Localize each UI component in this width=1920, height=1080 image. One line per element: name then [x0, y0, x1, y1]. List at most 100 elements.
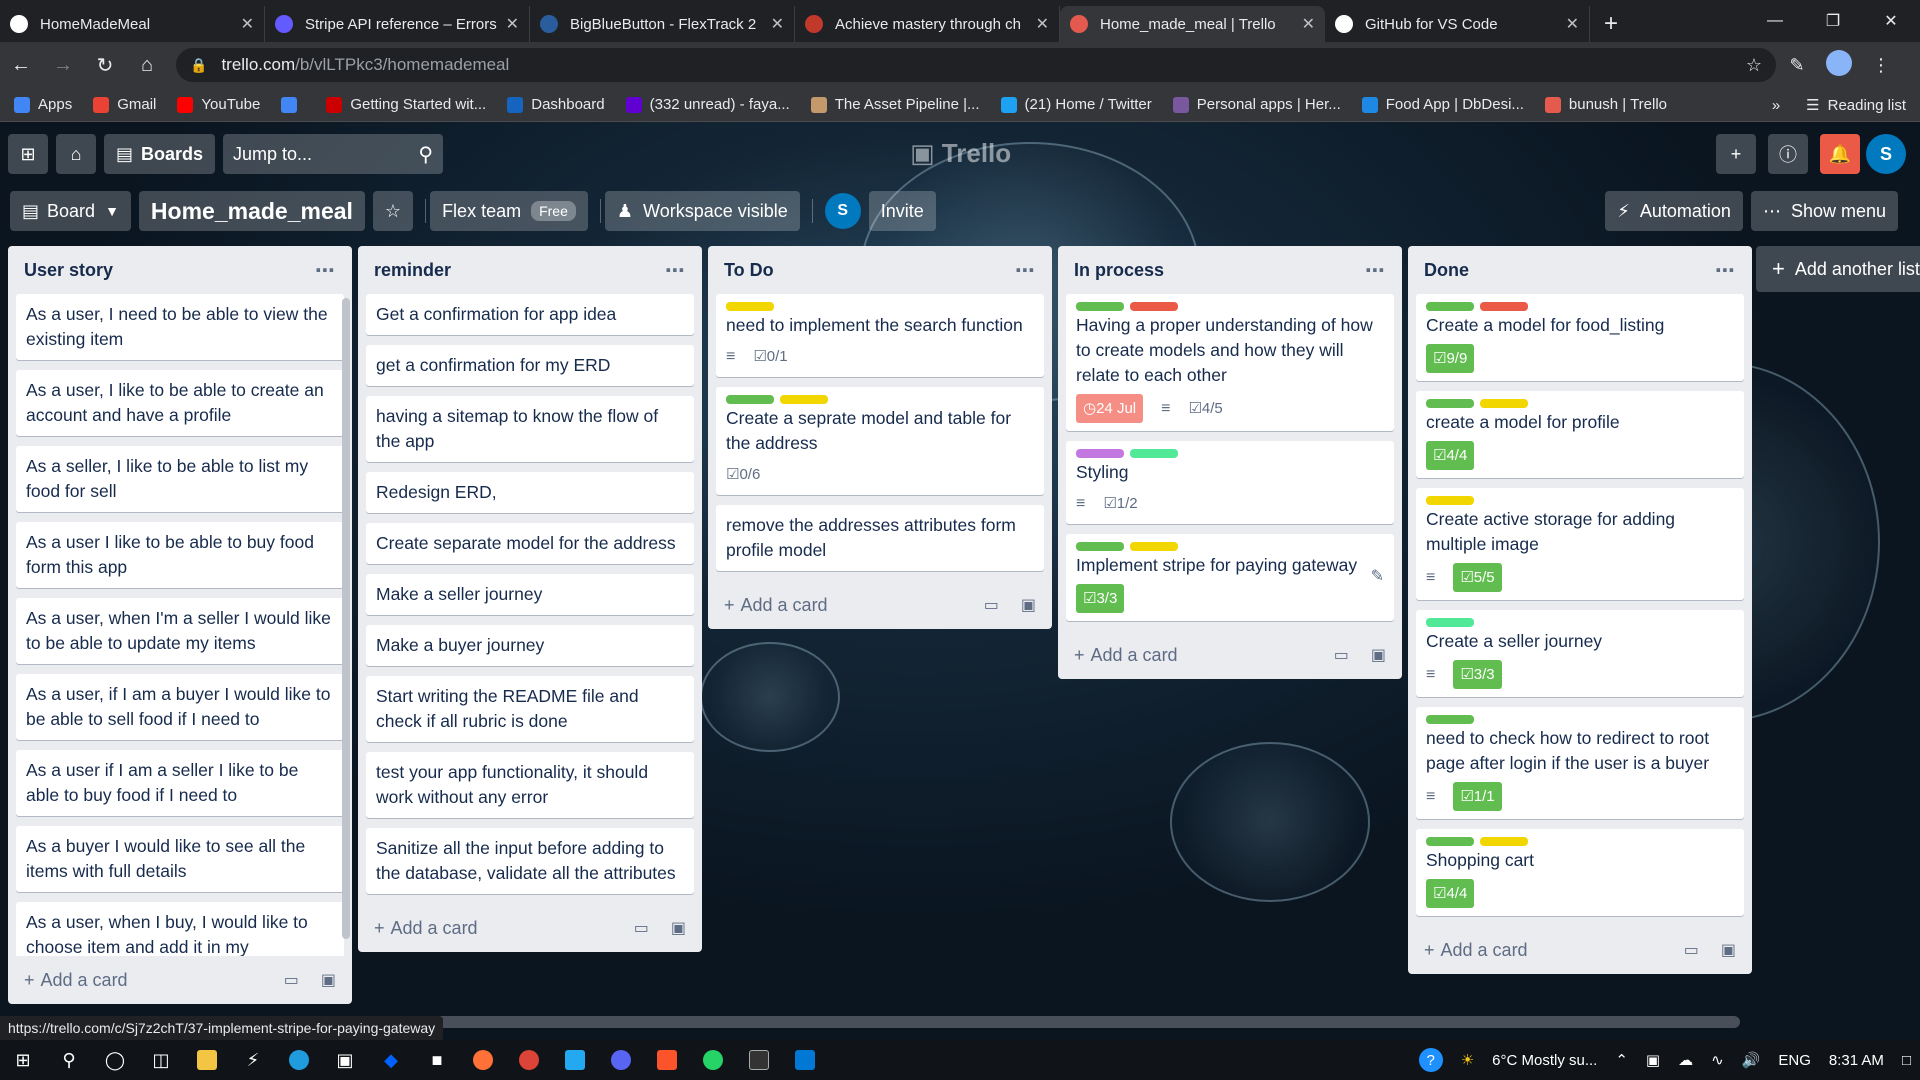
bookmark-item[interactable]: Gmail: [93, 96, 156, 113]
list-header[interactable]: In process ⋯: [1058, 246, 1402, 294]
list-title[interactable]: User story: [24, 260, 113, 281]
home-button[interactable]: ⌂: [56, 134, 96, 174]
back-icon[interactable]: ←: [0, 54, 42, 77]
label-chip[interactable]: [1426, 715, 1474, 724]
archive-icon[interactable]: ▣: [321, 970, 336, 990]
bookmark-item[interactable]: The Asset Pipeline |...: [810, 96, 980, 113]
card[interactable]: Create a seller journey ≡ ☑ 3/3: [1416, 610, 1744, 697]
wifi-icon[interactable]: ∿: [1711, 1051, 1724, 1069]
firefox-icon[interactable]: [460, 1040, 506, 1080]
add-card-button[interactable]: + Add a card ▭ ▣: [358, 904, 702, 952]
whatsapp-icon[interactable]: [690, 1040, 736, 1080]
discord-icon[interactable]: [598, 1040, 644, 1080]
list-menu-icon[interactable]: ⋯: [315, 258, 336, 283]
create-icon[interactable]: +: [1716, 134, 1756, 174]
due-date-badge[interactable]: ◷ 24 Jul: [1076, 394, 1144, 423]
tab-close-icon[interactable]: ✕: [771, 14, 784, 34]
terminal-icon[interactable]: ⚡: [230, 1040, 276, 1080]
restore-icon[interactable]: ❐: [1804, 11, 1862, 31]
new-tab-button[interactable]: +: [1590, 6, 1632, 42]
card[interactable]: As a user if I am a seller I like to be …: [16, 750, 344, 816]
file-explorer-icon[interactable]: [184, 1040, 230, 1080]
archive-icon[interactable]: ▣: [1371, 645, 1386, 665]
minimize-icon[interactable]: —: [1746, 12, 1804, 30]
list-scrollbar[interactable]: [342, 298, 350, 939]
tab-close-icon[interactable]: ✕: [241, 14, 254, 34]
add-card-button[interactable]: + Add a card ▭ ▣: [1408, 926, 1752, 974]
bookmark-item[interactable]: Personal apps | Her...: [1172, 96, 1341, 113]
archive-icon[interactable]: ▣: [1021, 595, 1036, 615]
start-icon[interactable]: ⊞: [0, 1040, 46, 1080]
board-view-switcher[interactable]: ▤ Board ▼: [10, 191, 131, 231]
volume-icon[interactable]: 🔊: [1742, 1051, 1761, 1069]
more-bookmarks-icon[interactable]: »: [1772, 97, 1780, 114]
card[interactable]: Create separate model for the address: [366, 523, 694, 564]
label-chip[interactable]: [1480, 399, 1528, 408]
add-card-button[interactable]: + Add a card ▭ ▣: [1058, 631, 1402, 679]
bookmark-item[interactable]: Apps: [14, 96, 72, 113]
label-chip[interactable]: [726, 395, 774, 404]
label-chip[interactable]: [1076, 542, 1124, 551]
label-chip[interactable]: [1130, 302, 1178, 311]
extensions-icon[interactable]: ✎: [1776, 55, 1818, 76]
console-icon[interactable]: [736, 1040, 782, 1080]
reading-list-button[interactable]: Reading list: [1828, 97, 1906, 114]
card[interactable]: Having a proper understanding of how to …: [1066, 294, 1394, 431]
browser-tab[interactable]: Home_made_meal | Trello ✕: [1060, 6, 1325, 42]
label-chip[interactable]: [1480, 302, 1528, 311]
add-list-button[interactable]: + Add another list: [1756, 246, 1920, 292]
label-chip[interactable]: [1426, 302, 1474, 311]
card-template-icon[interactable]: ▭: [634, 918, 649, 938]
card[interactable]: Redesign ERD,: [366, 472, 694, 513]
card[interactable]: Sanitize all the input before adding to …: [366, 828, 694, 894]
bookmark-star-icon[interactable]: ☆: [1746, 55, 1762, 76]
card-template-icon[interactable]: ▭: [984, 595, 999, 615]
search-input[interactable]: Jump to... ⚲: [223, 134, 444, 174]
notifications-icon[interactable]: □: [1902, 1052, 1911, 1069]
browser-tab[interactable]: GitHub for VS Code ✕: [1325, 6, 1590, 42]
bookmark-item[interactable]: Getting Started wit...: [326, 96, 486, 113]
user-avatar[interactable]: S: [1866, 134, 1906, 174]
show-menu-button[interactable]: ⋯ Show menu: [1750, 191, 1898, 231]
edge-icon[interactable]: [276, 1040, 322, 1080]
clock[interactable]: 8:31 AM: [1829, 1052, 1884, 1069]
list-title[interactable]: Done: [1424, 260, 1469, 281]
label-chip[interactable]: [726, 302, 774, 311]
list-menu-icon[interactable]: ⋯: [1715, 258, 1736, 283]
chrome-icon[interactable]: [506, 1040, 552, 1080]
label-chip[interactable]: [1426, 837, 1474, 846]
chevron-up-icon[interactable]: ⌃: [1615, 1051, 1628, 1069]
label-chip[interactable]: [1426, 496, 1474, 505]
label-chip[interactable]: [1130, 542, 1178, 551]
card[interactable]: test your app functionality, it should w…: [366, 752, 694, 818]
tab-close-icon[interactable]: ✕: [1302, 14, 1315, 34]
vscode-icon[interactable]: [552, 1040, 598, 1080]
archive-icon[interactable]: ▣: [1721, 940, 1736, 960]
card[interactable]: Shopping cart ☑ 4/4: [1416, 829, 1744, 916]
label-chip[interactable]: [1130, 449, 1178, 458]
card[interactable]: create a model for profile ☑ 4/4: [1416, 391, 1744, 478]
add-card-button[interactable]: + Add a card ▭ ▣: [708, 581, 1052, 629]
visibility-button[interactable]: ♟ Workspace visible: [604, 191, 800, 231]
url-input[interactable]: 🔒 trello.com/b/vlLTPkc3/homemademeal ☆: [176, 48, 1776, 82]
card[interactable]: As a user, when I'm a seller I would lik…: [16, 598, 344, 664]
board-title[interactable]: Home_made_meal: [138, 191, 365, 231]
list-header[interactable]: User story ⋯: [8, 246, 352, 294]
list-menu-icon[interactable]: ⋯: [1365, 258, 1386, 283]
member-avatar[interactable]: S: [824, 193, 861, 229]
list-header[interactable]: reminder ⋯: [358, 246, 702, 294]
card[interactable]: As a buyer I would like to see all the i…: [16, 826, 344, 892]
card[interactable]: Make a seller journey: [366, 574, 694, 615]
label-chip[interactable]: [1076, 302, 1124, 311]
bookmark-item[interactable]: bunush | Trello: [1544, 96, 1667, 113]
boards-button[interactable]: ▤ Boards: [104, 134, 216, 174]
list-menu-icon[interactable]: ⋯: [665, 258, 686, 283]
help-icon[interactable]: ?: [1418, 1048, 1443, 1072]
label-chip[interactable]: [1426, 618, 1474, 627]
list-title[interactable]: In process: [1074, 260, 1164, 281]
card[interactable]: need to implement the search function ≡ ☑ …: [716, 294, 1044, 377]
apps-switcher-icon[interactable]: ⊞: [8, 134, 48, 174]
bookmark-item[interactable]: [281, 96, 305, 113]
bookmark-item[interactable]: Dashboard: [507, 96, 605, 113]
browser-tab[interactable]: HomeMadeMeal ✕: [0, 6, 265, 42]
